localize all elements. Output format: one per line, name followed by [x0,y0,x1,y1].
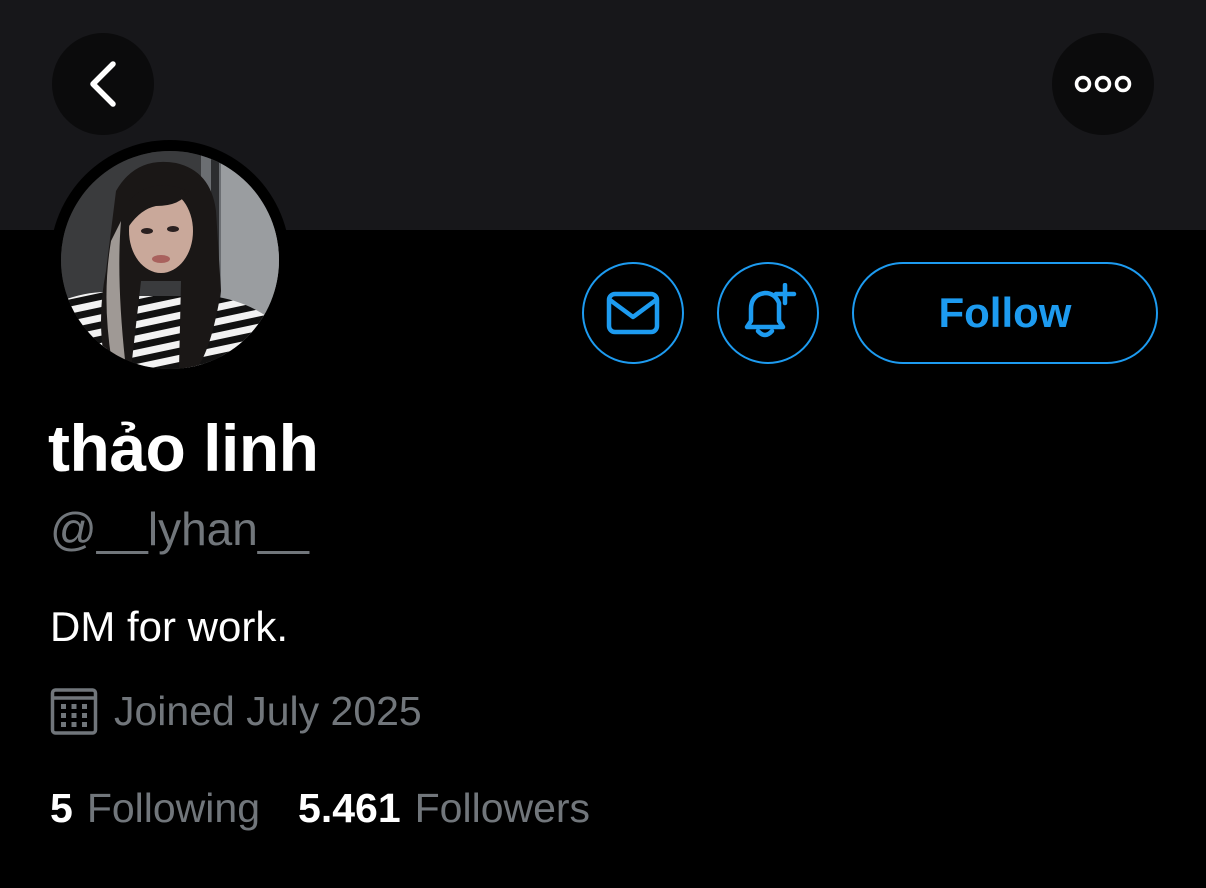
notifications-button[interactable] [717,262,819,364]
avatar[interactable] [61,151,279,369]
following-link[interactable]: 5 Following [50,785,260,832]
joined-row: Joined July 2025 [50,686,422,736]
calendar-icon [50,688,98,735]
chevron-left-icon [90,61,116,107]
followers-count: 5.461 [298,785,401,831]
following-label: Following [86,785,261,831]
followers-link[interactable]: 5.461 Followers [298,785,590,832]
follow-stats: 5 Following 5.461 Followers [50,785,590,832]
avatar-frame[interactable] [50,140,290,380]
mail-icon [606,291,660,335]
bell-plus-icon [744,283,797,338]
bio: DM for work. [50,603,289,650]
more-options-button[interactable] [1052,33,1154,135]
follow-button-label: Follow [938,289,1072,336]
message-button[interactable] [582,262,684,364]
following-count: 5 [50,785,73,831]
joined-date: Joined July 2025 [114,687,422,734]
user-handle: @__lyhan__ [50,503,309,555]
more-horizontal-icon [1074,75,1132,93]
follow-button[interactable]: Follow [852,262,1158,364]
followers-label: Followers [414,785,591,831]
back-button[interactable] [52,33,154,135]
display-name: thảo linh [48,411,319,485]
avatar-image [61,151,279,369]
